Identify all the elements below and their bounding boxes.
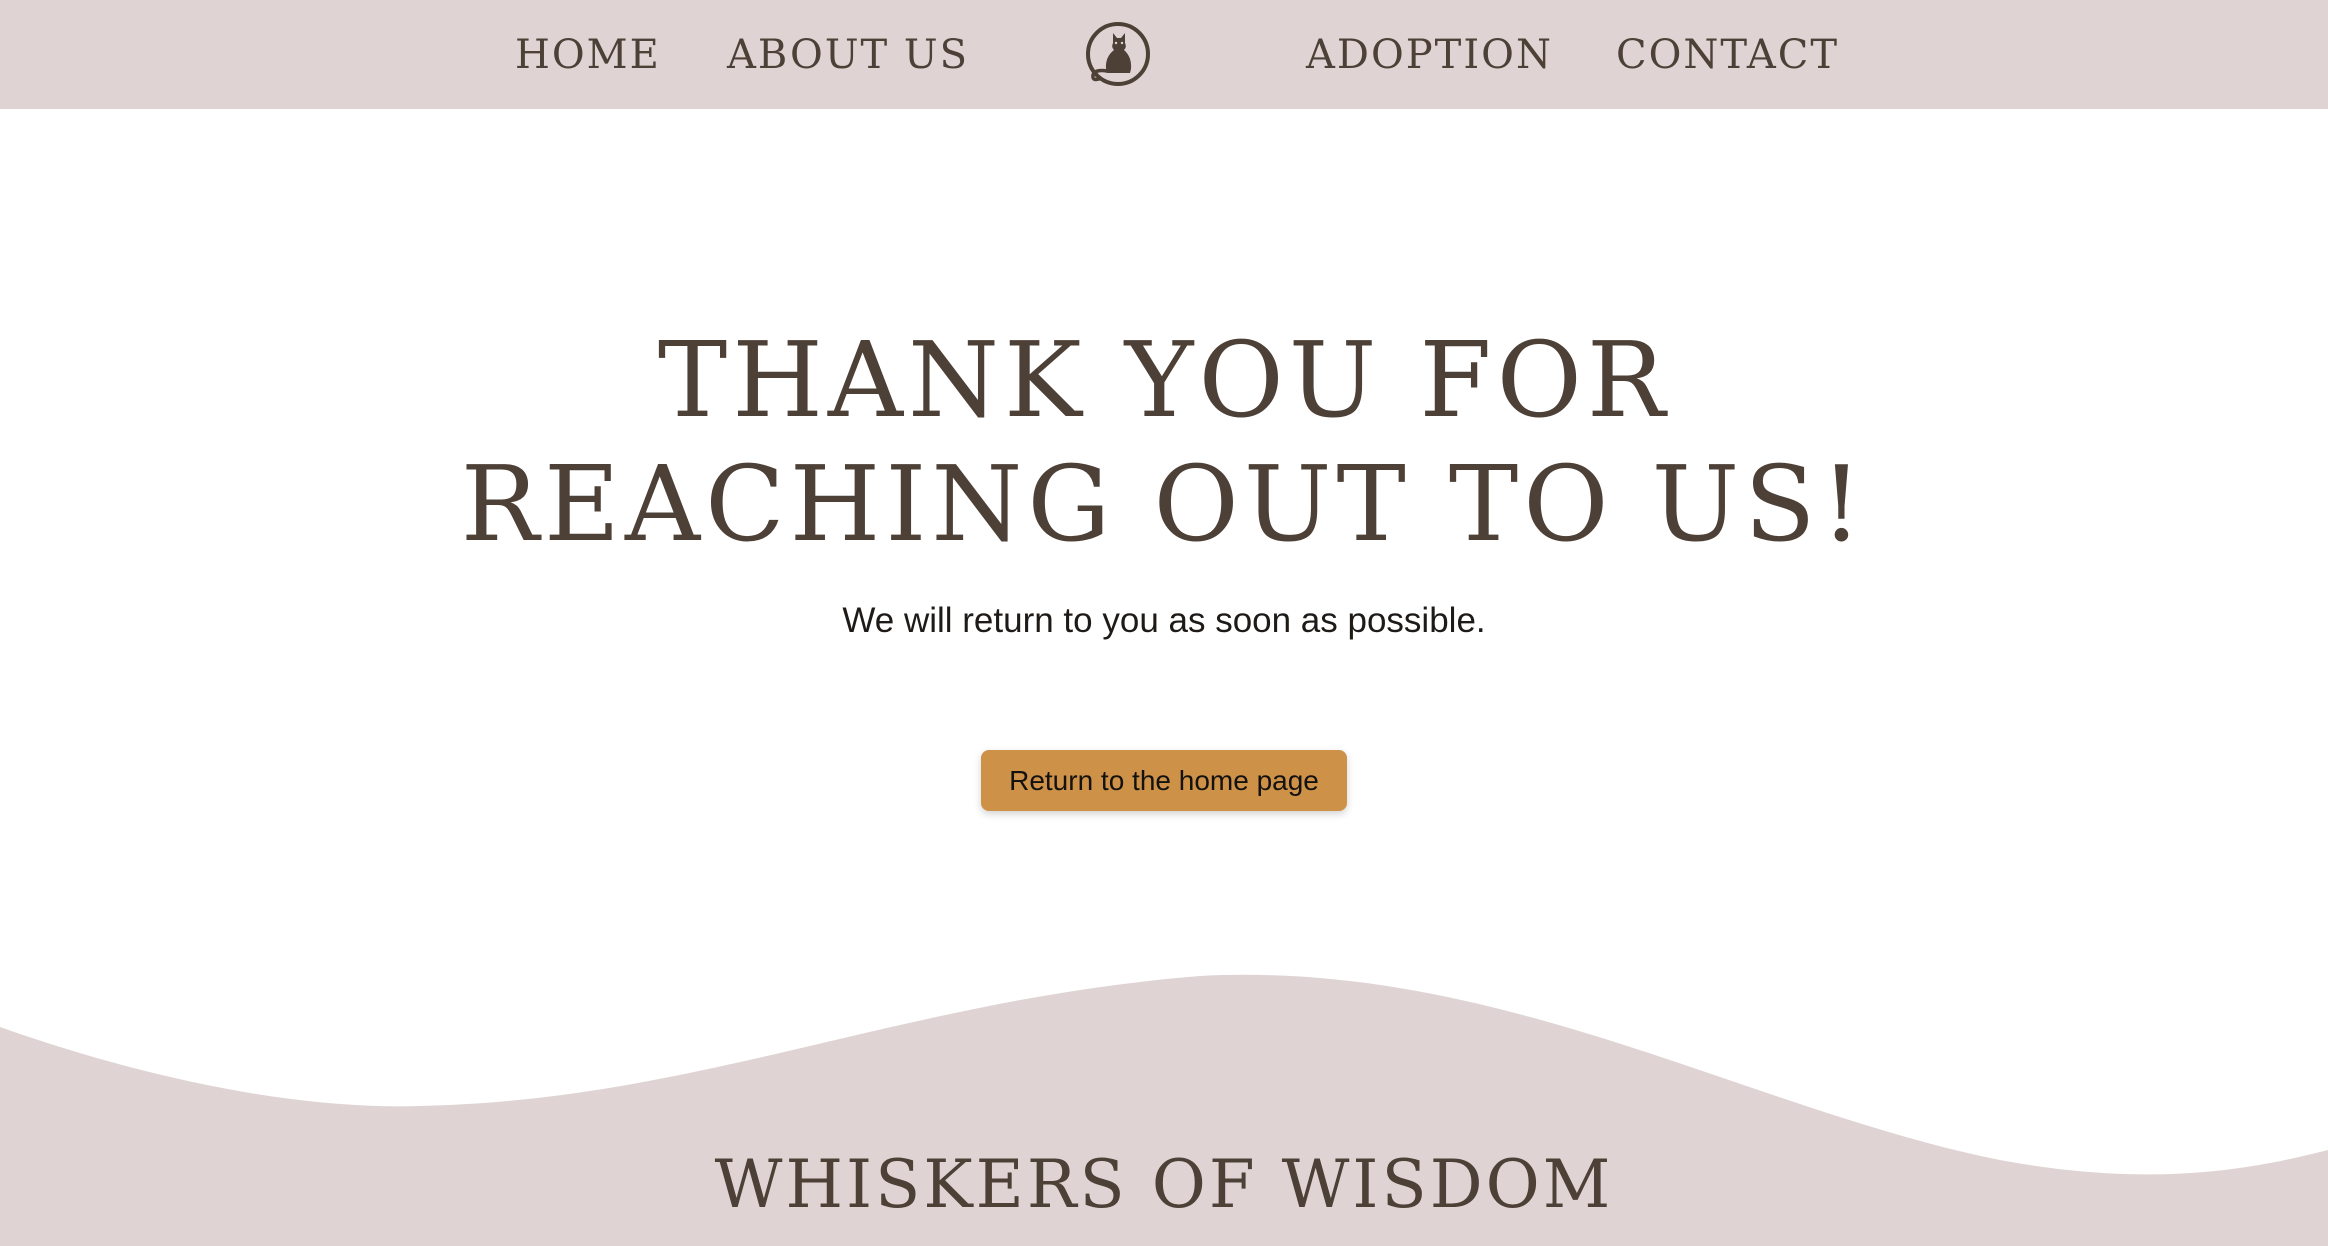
top-navbar: HOME ABOUT US ADOPTION CONTACT [0,0,2328,109]
return-home-button[interactable]: Return to the home page [981,750,1347,811]
thank-you-heading: THANK YOU FOR REACHING OUT TO US! [0,318,2328,566]
heading-line-1: THANK YOU FOR [657,319,1671,441]
nav-link-about-us[interactable]: ABOUT US [727,28,969,82]
footer-brand-title: WHISKERS OF WISDOM [714,1146,1614,1223]
heading-line-2: REACHING OUT TO US! [460,443,1868,565]
cat-logo-svg [1086,22,1150,86]
cat-logo-icon[interactable] [1083,19,1153,89]
page: HOME ABOUT US ADOPTION CONTACT THANK YOU… [0,0,2328,1246]
nav-link-adoption[interactable]: ADOPTION [1306,28,1553,82]
confirmation-subtitle: We will return to you as soon as possibl… [842,601,1486,640]
nav-link-contact[interactable]: CONTACT [1616,28,1839,82]
nav-link-home[interactable]: HOME [515,28,661,82]
